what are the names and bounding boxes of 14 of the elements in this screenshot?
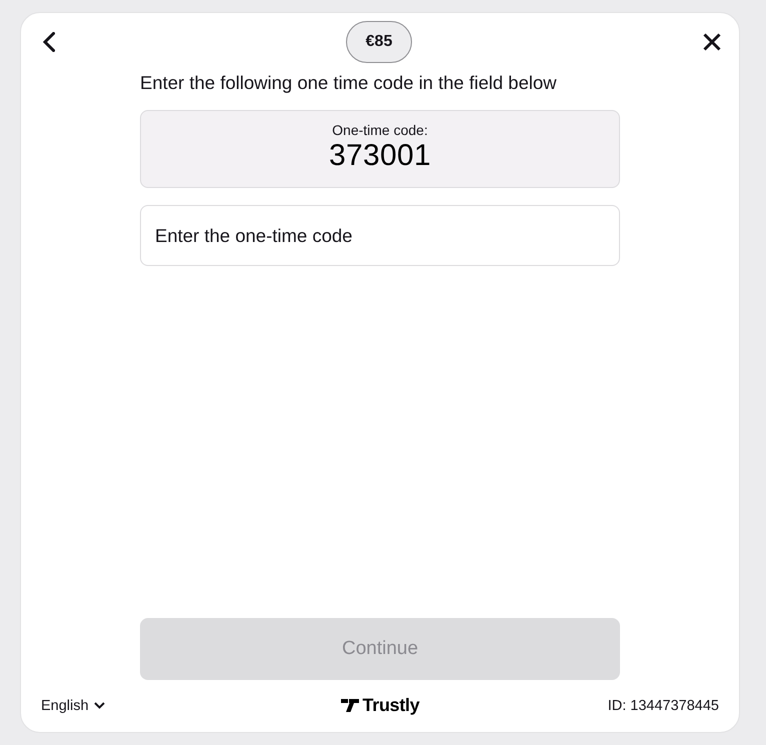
one-time-code: 373001 — [329, 138, 431, 174]
code-input-field[interactable]: Enter the one-time code — [140, 205, 620, 266]
instruction-text: Enter the following one time code in the field below — [140, 71, 558, 95]
amount-badge: €85 — [346, 21, 412, 63]
code-label: One-time code: — [332, 122, 428, 138]
language-selector[interactable]: English — [41, 698, 105, 714]
logo-icon — [340, 699, 359, 712]
close-button[interactable] — [703, 33, 721, 51]
brand-name: Trustly — [362, 695, 420, 716]
close-icon — [703, 33, 721, 51]
caret-icon — [94, 702, 105, 709]
chevron-left-icon — [43, 32, 55, 52]
session-id: ID: 13447378445 — [608, 698, 719, 714]
back-button[interactable] — [43, 32, 55, 52]
